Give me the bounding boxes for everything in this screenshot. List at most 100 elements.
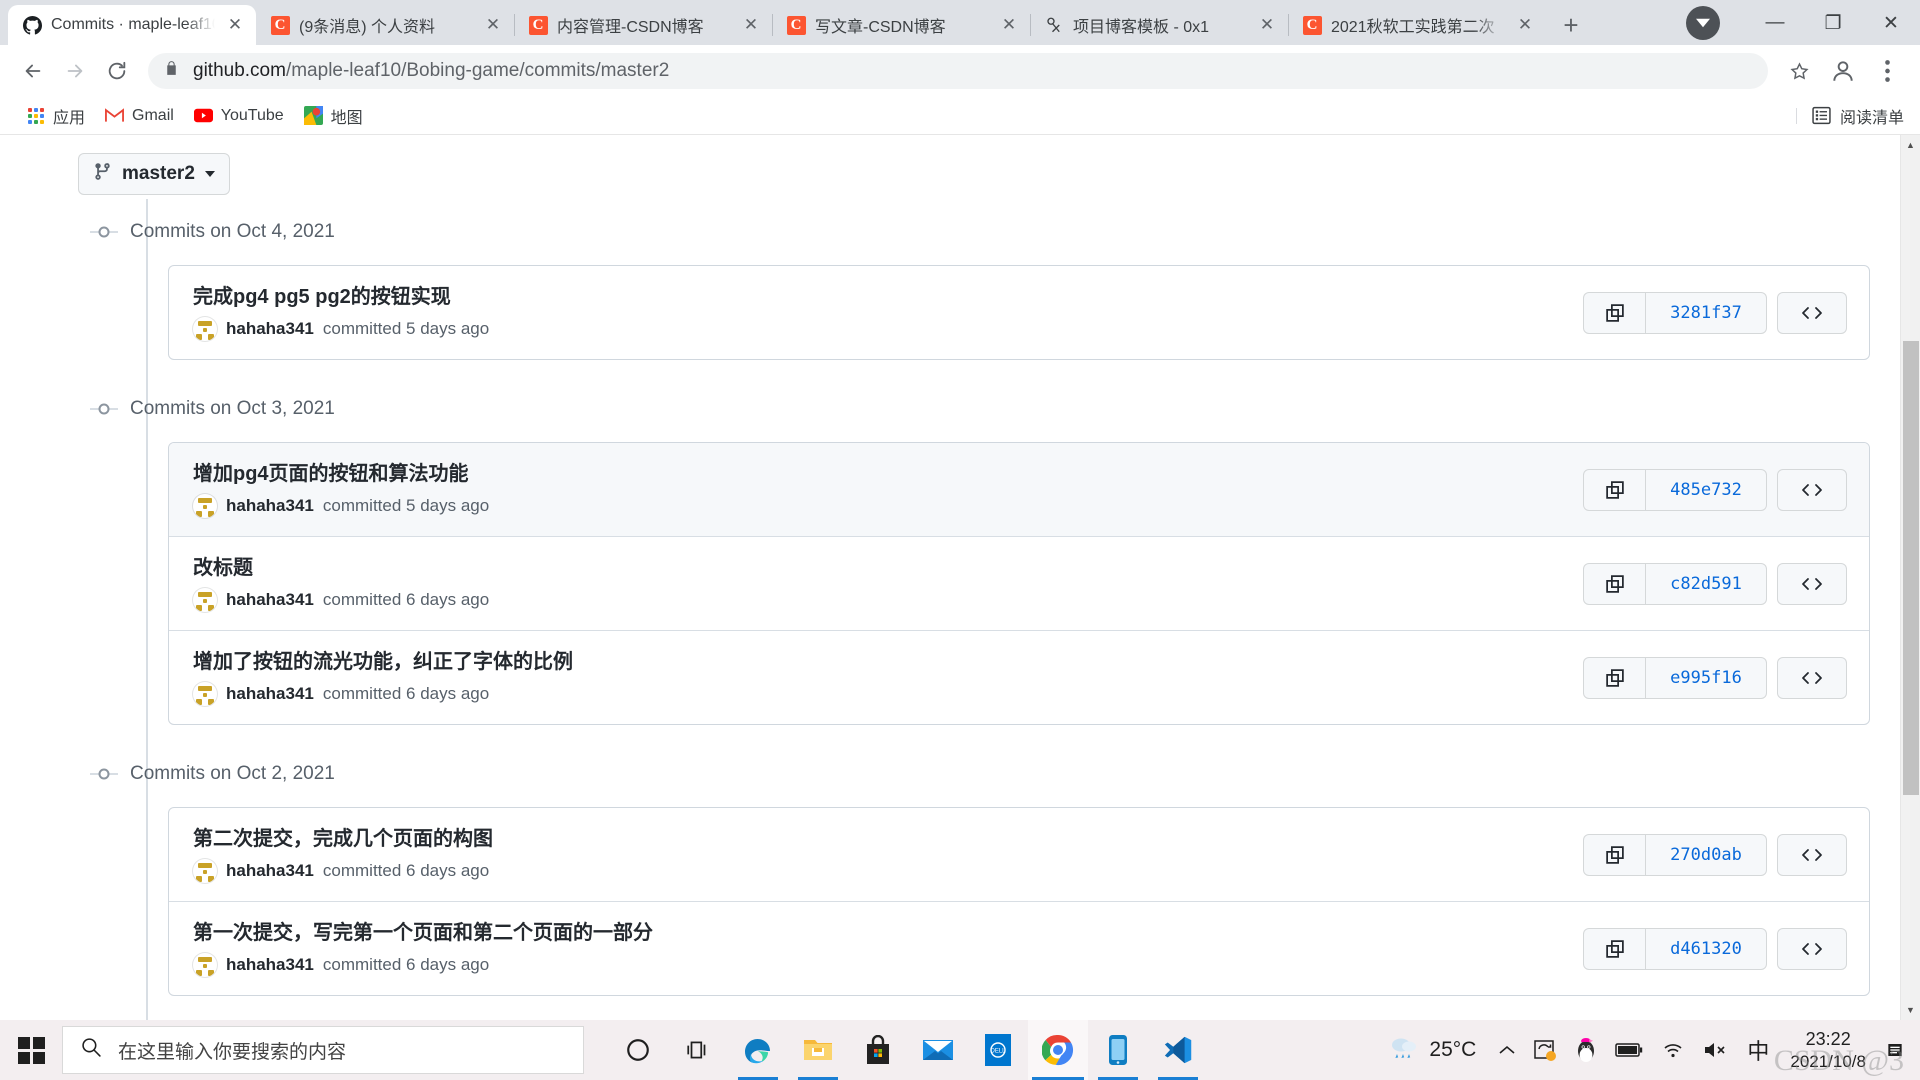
close-icon[interactable]: ✕ [1256,14,1278,36]
commit-sha-link[interactable]: c82d591 [1646,564,1766,604]
close-icon[interactable]: ✕ [998,14,1020,36]
commit-row[interactable]: 增加了按钮的流光功能，纠正了字体的比例 hahaha341 committed 6 … [169,631,1869,724]
branch-selector-button[interactable]: master2 [78,153,230,196]
copy-sha-button[interactable] [1584,563,1646,604]
copy-sha-button[interactable] [1584,928,1646,969]
show-hidden-icons-chevron[interactable] [1490,1020,1524,1080]
close-icon[interactable]: ✕ [482,14,504,36]
commit-time-text: committed 5 days ago [322,496,490,516]
browse-repository-button[interactable] [1777,833,1847,876]
reading-list-button[interactable]: 阅读清单 [1795,104,1904,128]
tab-csdn-profile[interactable]: C (9条消息) 个人资料 ✕ [256,5,514,45]
bookmark-apps[interactable]: 应用 [16,100,95,132]
tab-softeng-2021[interactable]: C 2021秋软工实践第二次 ✕ [1288,5,1546,45]
wifi-icon[interactable] [1652,1020,1694,1080]
scrollbar-thumb[interactable] [1902,341,1919,796]
page-scrollbar[interactable]: ▲ ▼ [1900,135,1920,1020]
commit-message-link[interactable]: 第二次提交，完成几个页面的构图 [193,826,1583,853]
mail-icon[interactable] [908,1020,968,1080]
your-phone-icon[interactable] [1088,1020,1148,1080]
bookmark-youtube[interactable]: YouTube [184,102,294,129]
microsoft-store-icon[interactable] [848,1020,908,1080]
commit-author-link[interactable]: hahaha341 [226,684,314,704]
close-icon[interactable]: ✕ [224,14,246,36]
chrome-menu-icon[interactable] [1868,52,1906,90]
close-icon[interactable]: ✕ [1514,14,1536,36]
file-explorer-icon[interactable] [788,1020,848,1080]
browse-repository-button[interactable] [1777,927,1847,970]
qq-icon[interactable] [1566,1020,1606,1080]
commit-day-header: Commits on Oct 2, 2021 [98,759,1870,789]
cortana-icon[interactable] [608,1020,668,1080]
address-bar[interactable]: github.com/maple-leaf10/Bobing-game/comm… [148,53,1768,90]
browse-repository-button[interactable] [1777,291,1847,334]
commit-sha-link[interactable]: 270d0ab [1646,835,1766,875]
commit-message-link[interactable]: 增加了按钮的流光功能，纠正了字体的比例 [193,649,1583,676]
bookmark-maps[interactable]: 地图 [294,100,373,132]
copy-sha-button[interactable] [1584,469,1646,510]
commit-author-link[interactable]: hahaha341 [226,496,314,516]
tab-csdn-content[interactable]: C 内容管理-CSDN博客 ✕ [514,5,772,45]
copy-sha-button[interactable] [1584,657,1646,698]
browse-repository-button[interactable] [1777,468,1847,511]
action-center-icon[interactable] [1878,1033,1912,1067]
commit-row[interactable]: 第一次提交，写完第一个页面和第二个页面的一部分 hahaha341 committe… [169,902,1869,995]
task-view-icon[interactable] [668,1020,728,1080]
taskbar-search-input[interactable]: 在这里输入你要搜索的内容 [62,1026,584,1074]
volume-muted-icon[interactable] [1694,1020,1738,1080]
close-window-button[interactable]: ✕ [1862,0,1920,46]
bookmark-gmail[interactable]: Gmail [95,102,184,129]
commit-sha-link[interactable]: 3281f37 [1646,293,1766,333]
commit-message-link[interactable]: 第一次提交，写完第一个页面和第二个页面的一部分 [193,920,1583,947]
scroll-down-arrow-icon[interactable]: ▼ [1901,1000,1920,1020]
commit-message-link[interactable]: 改标题 [193,555,1583,582]
ime-language-indicator[interactable]: 中 [1738,1020,1778,1080]
commit-sha-link[interactable]: 485e732 [1646,470,1766,510]
tab-blog-template[interactable]: 项目博客模板 - 0x1 ✕ [1030,5,1288,45]
profile-badge-icon[interactable] [1686,6,1720,40]
clock-time: 23:22 [1805,1029,1851,1050]
commit-row[interactable]: 完成pg4 pg5 pg2的按钮实现 hahaha341 committed 5 d… [169,266,1869,359]
tab-csdn-write[interactable]: C 写文章-CSDN博客 ✕ [772,5,1030,45]
commit-row[interactable]: 增加pg4页面的按钮和算法功能 hahaha341 committed 5 days… [169,443,1869,538]
new-tab-button[interactable]: + [1552,6,1590,44]
copy-sha-button[interactable] [1584,834,1646,875]
copy-sha-button[interactable] [1584,292,1646,333]
taskbar-clock[interactable]: 23:22 2021/10/8 [1778,1028,1878,1072]
browse-repository-button[interactable] [1777,656,1847,699]
commit-sha-link[interactable]: d461320 [1646,929,1766,969]
commit-author-link[interactable]: hahaha341 [226,861,314,881]
commit-author-link[interactable]: hahaha341 [226,955,314,975]
maximize-button[interactable]: ❐ [1804,0,1862,46]
onedrive-sync-icon[interactable] [1524,1020,1566,1080]
edge-icon[interactable] [728,1020,788,1080]
close-icon[interactable]: ✕ [740,14,762,36]
commit-message-link[interactable]: 完成pg4 pg5 pg2的按钮实现 [193,284,1583,311]
chrome-icon[interactable] [1028,1020,1088,1080]
scrollbar-track[interactable] [1901,155,1920,1000]
scroll-up-arrow-icon[interactable]: ▲ [1901,135,1920,155]
commit-row[interactable]: 改标题 hahaha341 committed 6 days ago c82d591 [169,537,1869,632]
tab-commits[interactable]: Commits · maple-leaf10/Bobing-game ✕ [8,5,256,46]
reload-button[interactable] [98,52,136,90]
vscode-icon[interactable] [1148,1020,1208,1080]
start-button[interactable] [0,1020,62,1080]
back-button[interactable] [14,52,52,90]
bookmark-star-icon[interactable] [1780,52,1818,90]
commit-date-label: Commits on Oct 2, 2021 [130,763,335,785]
profile-avatar-icon[interactable] [1827,55,1859,87]
commit-day-header: Commits on Oct 3, 2021 [98,394,1870,424]
commit-message-link[interactable]: 增加pg4页面的按钮和算法功能 [193,461,1583,488]
browse-repository-button[interactable] [1777,562,1847,605]
forward-button[interactable] [56,52,94,90]
commit-author-link[interactable]: hahaha341 [226,590,314,610]
commit-author-link[interactable]: hahaha341 [226,319,314,339]
commit-sha-link[interactable]: e995f16 [1646,658,1766,698]
dell-icon[interactable]: DELL [968,1020,1028,1080]
commit-list: 增加pg4页面的按钮和算法功能 hahaha341 committed 5 days… [168,442,1870,726]
weather-widget[interactable]: 25°C [1379,1035,1490,1066]
battery-icon[interactable] [1606,1020,1652,1080]
minimize-button[interactable]: — [1746,0,1804,46]
tab-strip: Commits · maple-leaf10/Bobing-game ✕ C (… [0,0,1920,46]
commit-row[interactable]: 第二次提交，完成几个页面的构图 hahaha341 committed 6 days… [169,808,1869,903]
